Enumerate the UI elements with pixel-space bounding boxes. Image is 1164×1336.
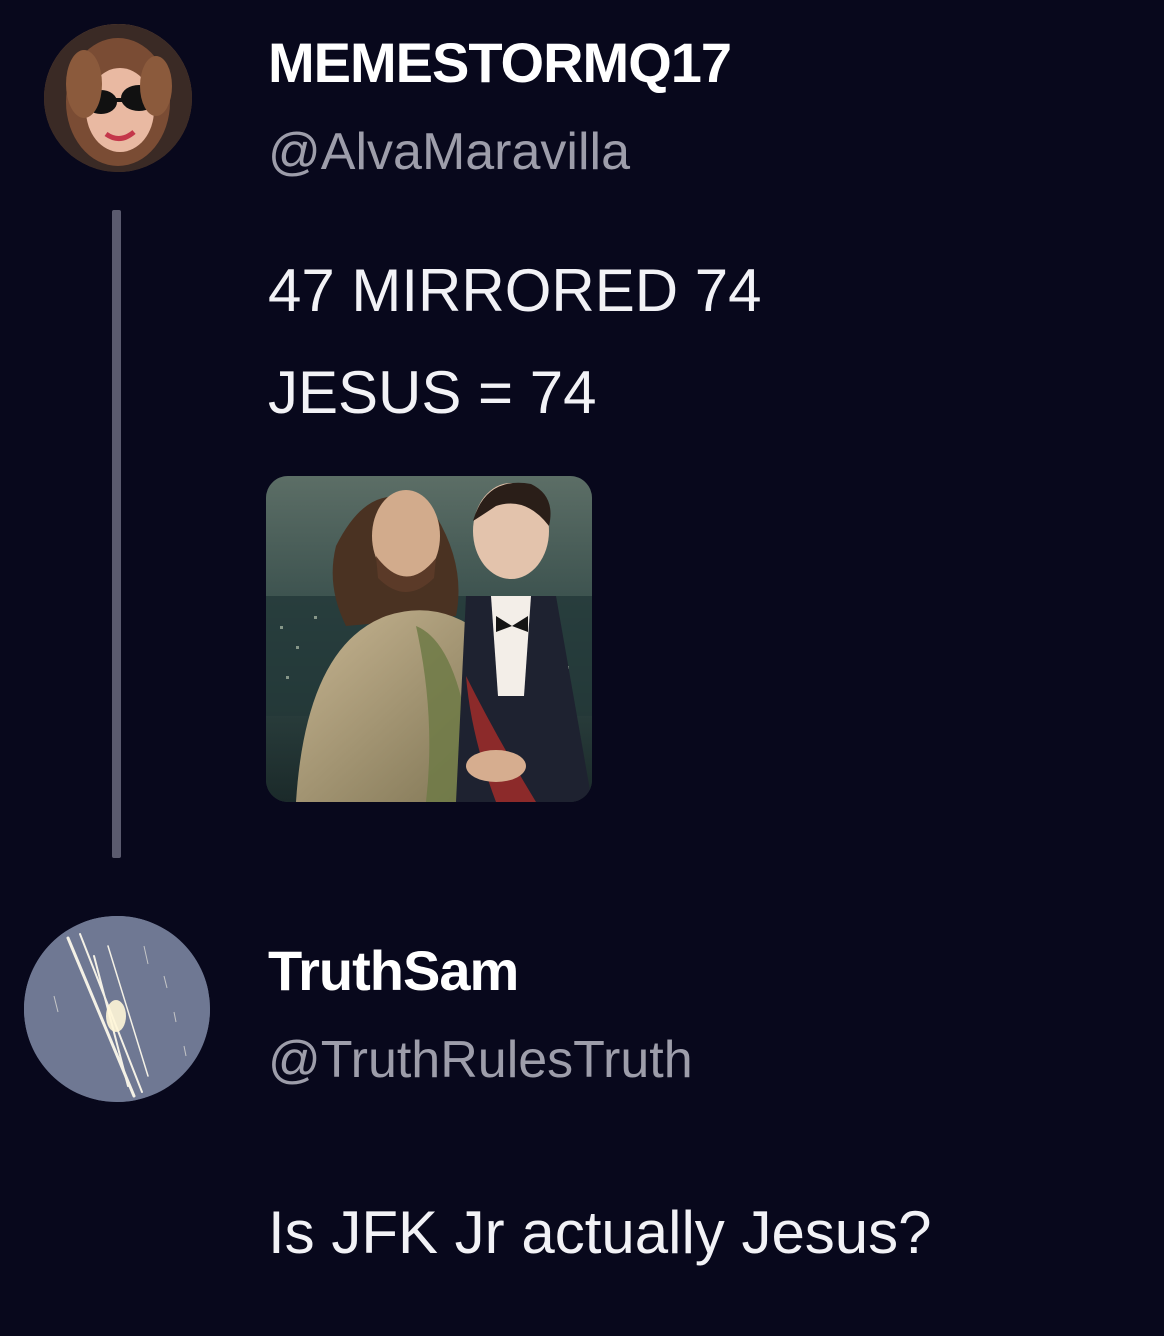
post-text-line: JESUS = 74 [268,359,597,426]
display-name[interactable]: MEMESTORMQ17 [268,30,732,95]
post-text-line: 47 MIRRORED 74 [268,257,762,324]
avatar[interactable] [44,24,192,172]
thread-line [112,210,121,858]
post: TruthSam @TruthRulesTruth Is JFK Jr actu… [0,880,1164,1336]
post: MEMESTORMQ17 @AlvaMaravilla 47 MIRRORED … [0,0,1164,880]
avatar[interactable] [24,916,210,1102]
display-name[interactable]: TruthSam [268,938,519,1003]
post-image-art [266,476,592,802]
handle[interactable]: @AlvaMaravilla [268,122,630,182]
post-image[interactable] [266,476,592,802]
handle[interactable]: @TruthRulesTruth [268,1030,693,1090]
avatar-image [24,916,210,1102]
avatar-image [44,24,192,172]
post-text-line: Is JFK Jr actually Jesus? [268,1199,932,1266]
